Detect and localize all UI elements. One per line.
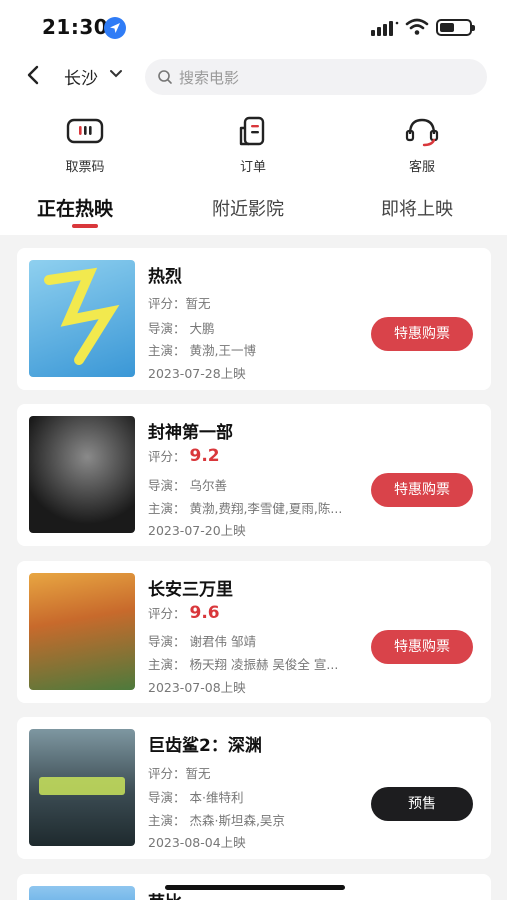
movie-release-date: 2023-07-08上映: [148, 680, 246, 695]
status-bar: 21:30: [0, 0, 507, 56]
presale-button[interactable]: 预售: [371, 787, 473, 821]
customer-service-label: 客服: [408, 160, 435, 175]
search-icon: [158, 70, 172, 84]
tab-coming-soon[interactable]: 即将上映: [381, 195, 453, 221]
movie-cast: 主演： 黄渤,王一博: [148, 343, 256, 358]
buy-ticket-button[interactable]: 特惠购票: [371, 317, 473, 351]
movie-card[interactable]: 热烈 评分：暂无 导演： 大鹏 主演： 黄渤,王一博 2023-07-28上映 …: [17, 248, 491, 390]
header-area: 21:30 长沙 搜索电影 取票码 订单 客服 正在热映 附近影院 即将上映: [0, 0, 507, 235]
search-input[interactable]: 搜索电影: [145, 59, 487, 95]
movie-card[interactable]: 封神第一部 评分： 9.2 导演： 乌尔善 主演： 黄渤,费翔,李雪健,夏雨,陈.…: [17, 404, 491, 546]
movie-director: 导演： 本·维特利: [148, 790, 244, 805]
movie-card[interactable]: 长安三万里 评分： 9.6 导演： 谢君伟 邹靖 主演： 杨天翔 凌振赫 吴俊全 …: [17, 561, 491, 703]
tab-nearby-cinemas[interactable]: 附近影院: [212, 195, 284, 221]
movie-title: 巨齿鲨2：深渊: [148, 736, 262, 756]
back-arrow-icon[interactable]: [22, 63, 46, 87]
movie-poster: [29, 260, 135, 377]
location-arrow-icon: [104, 17, 126, 39]
movie-title: 热烈: [148, 267, 182, 287]
movie-poster: [29, 886, 135, 900]
order-label: 订单: [239, 160, 266, 175]
movie-poster: [29, 416, 135, 533]
movie-release-date: 2023-08-04上映: [148, 835, 246, 850]
movie-cast: 主演： 杨天翔 凌振赫 吴俊全 宣...: [148, 657, 339, 672]
ticket-code-icon: [66, 118, 104, 144]
wifi-icon: [405, 18, 429, 35]
movie-director: 导演： 谢君伟 邹靖: [148, 634, 256, 649]
movie-release-date: 2023-07-28上映: [148, 366, 246, 381]
movie-card[interactable]: 巨齿鲨2：深渊 评分：暂无 导演： 本·维特利 主演： 杰森·斯坦森,吴京 20…: [17, 717, 491, 859]
movie-cast: 主演： 杰森·斯坦森,吴京: [148, 813, 285, 828]
movie-title: 长安三万里: [148, 580, 233, 600]
city-selector[interactable]: 长沙: [64, 64, 98, 89]
movie-score: 评分：暂无: [148, 766, 211, 781]
ticket-code-button[interactable]: 取票码: [35, 116, 135, 176]
home-indicator: [165, 885, 345, 890]
active-tab-indicator: [72, 224, 98, 228]
movie-director: 导演： 大鹏: [148, 321, 215, 336]
battery-icon: [436, 19, 475, 36]
chevron-down-icon[interactable]: [109, 68, 123, 80]
buy-ticket-button[interactable]: 特惠购票: [371, 630, 473, 664]
movie-release-date: 2023-07-20上映: [148, 523, 246, 538]
tab-now-showing[interactable]: 正在热映: [37, 194, 113, 221]
movie-score: 评分：暂无: [148, 296, 211, 311]
movie-director: 导演： 乌尔善: [148, 478, 227, 493]
status-time: 21:30: [42, 15, 109, 39]
movie-title: 封神第一部: [148, 423, 233, 443]
search-placeholder: 搜索电影: [179, 69, 240, 87]
ticket-code-label: 取票码: [65, 160, 105, 175]
movie-cast: 主演： 黄渤,费翔,李雪健,夏雨,陈...: [148, 501, 343, 516]
order-button[interactable]: 订单: [203, 116, 303, 176]
movie-poster: [29, 729, 135, 846]
customer-service-icon: [405, 118, 439, 147]
movie-poster: [29, 573, 135, 690]
movie-score: 评分： 9.6: [148, 603, 220, 623]
customer-service-button[interactable]: 客服: [372, 116, 472, 176]
cellular-signal-icon: [371, 21, 399, 36]
movie-score: 评分： 9.2: [148, 446, 220, 466]
buy-ticket-button[interactable]: 特惠购票: [371, 473, 473, 507]
order-icon: [239, 116, 265, 146]
